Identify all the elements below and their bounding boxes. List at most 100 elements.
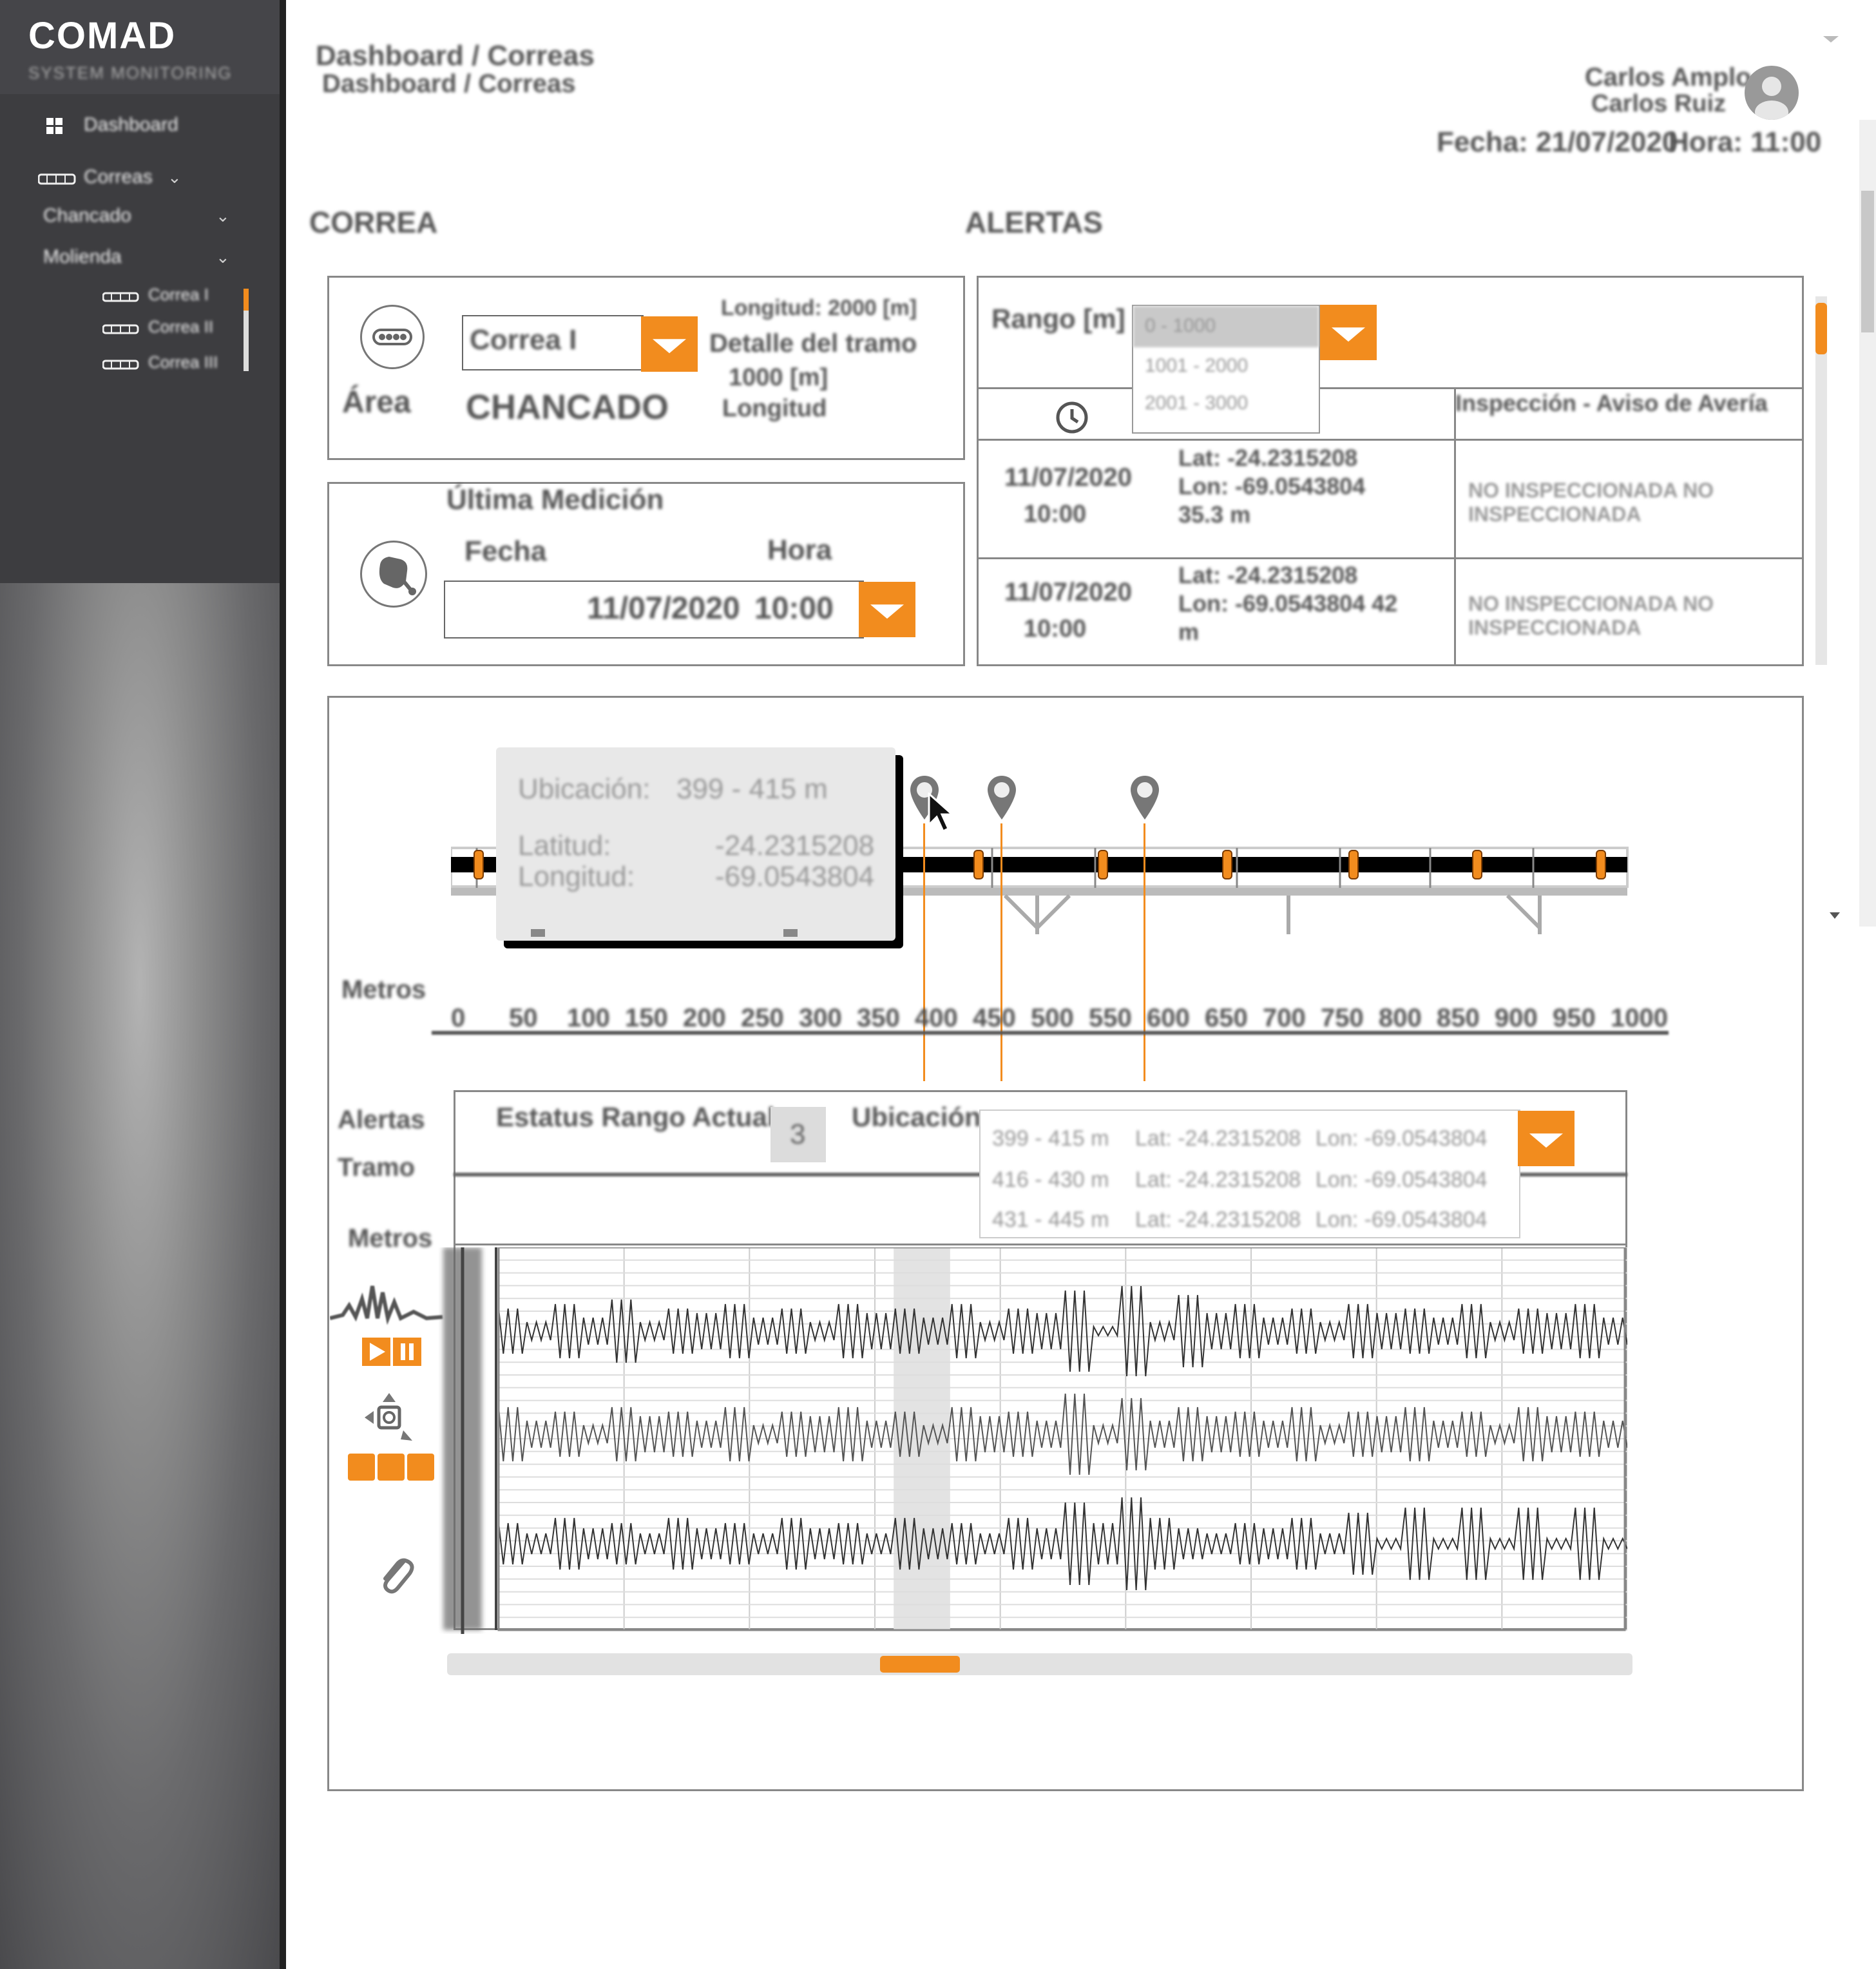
sidebar-item-molienda[interactable]: Molienda ⌄ [35, 245, 242, 273]
tick-label: 600 [1147, 1004, 1190, 1032]
correa-select[interactable]: Correa I [462, 315, 644, 370]
sidebar-subnav-scroll-thumb[interactable] [244, 289, 249, 311]
grid-toggle-button[interactable] [348, 1454, 437, 1481]
dropdown-lon: Lon: -69.0543804 [1316, 1126, 1488, 1151]
sidebar-subitem-correa-1[interactable]: Correa I [100, 283, 242, 309]
tick-label: 450 [973, 1004, 1016, 1032]
ubicacion-dropdown-button[interactable] [1518, 1111, 1574, 1166]
sidebar-divider [280, 0, 286, 1969]
grid-segment [348, 1454, 375, 1481]
medicion-title: Última Medición [446, 484, 664, 515]
dropdown-row[interactable]: 399 - 415 m Lat: -24.2315208 Lon: -69.05… [981, 1120, 1519, 1158]
correa-info-line2: Detalle del tramo [709, 329, 917, 358]
logo-text: COMAD [28, 15, 177, 57]
rango-option[interactable]: 1001 - 2000 [1145, 355, 1248, 377]
tick-label: 200 [683, 1004, 726, 1032]
logo-area: COMAD SYSTEM MONITORING [0, 0, 280, 94]
medicion-select[interactable]: 11/07/2020 10:00 [444, 581, 864, 639]
sidebar-subnav-scrollbar[interactable] [244, 289, 249, 371]
sidebar-item-chancado[interactable]: Chancado ⌄ [35, 204, 242, 232]
rango-option[interactable]: 2001 - 3000 [1145, 392, 1248, 414]
medicion-select-dropdown-button[interactable] [859, 582, 915, 637]
marker-line [923, 823, 925, 1081]
sidebar-item-label: Correas [84, 166, 153, 187]
tick-label: 850 [1437, 1004, 1480, 1032]
alertas-section-title: ALERTAS [965, 206, 1103, 239]
dropdown-lat: Lat: -24.2315208 [1135, 1207, 1301, 1232]
tooltip-ubicacion-label: Ubicación: [518, 773, 651, 805]
clock-icon [1055, 400, 1089, 438]
correa-select-value: Correa I [470, 324, 577, 356]
sidebar-subitem-label: Correa I [148, 285, 209, 304]
conveyor-icon [102, 359, 140, 375]
table-row[interactable]: 11/07/2020 10:00 Lat: -24.2315208 Lon: -… [979, 440, 1803, 557]
tick-label: 400 [915, 1004, 958, 1032]
medicion-col-hora: Hora [767, 534, 832, 566]
dropdown-range: 431 - 445 m [992, 1207, 1109, 1232]
row-time: 10:00 [1024, 615, 1087, 642]
tooltip-lon-label: Longitud: [518, 861, 635, 892]
medicion-date-value: 11/07/2020 [587, 591, 740, 626]
rango-option[interactable]: 0 - 1000 [1133, 306, 1319, 347]
page-scrollbar[interactable] [1859, 120, 1876, 927]
tick-label: 800 [1379, 1004, 1422, 1032]
dropdown-range: 416 - 430 m [992, 1167, 1109, 1192]
page-scroll-thumb[interactable] [1861, 191, 1874, 332]
alertas-scrollbar[interactable] [1815, 296, 1827, 665]
metros-label: Metros [341, 975, 426, 1004]
top-right-chevron-icon[interactable] [1823, 36, 1839, 43]
row-date: 11/07/2020 [1004, 463, 1132, 492]
tick-label: 350 [857, 1004, 900, 1032]
sidebar-subitem-correa-3[interactable]: Correa III [100, 351, 242, 377]
row-status: NO INSPECCIONADA NO INSPECCIONADA [1468, 592, 1714, 639]
tick-label: 550 [1089, 1004, 1132, 1032]
correa-select-dropdown-button[interactable] [641, 316, 698, 372]
tooltip-ubicacion-value: 399 - 415 m [676, 773, 828, 805]
conveyor-icon [102, 291, 140, 307]
tick-label: 950 [1553, 1004, 1596, 1032]
table-row[interactable]: 11/07/2020 10:00 Lat: -24.2315208 Lon: -… [979, 559, 1803, 666]
sidebar-subitem-correa-2[interactable]: Correa II [100, 316, 242, 341]
attachment-icon[interactable] [376, 1551, 415, 1600]
location-pin-icon[interactable] [986, 774, 1018, 827]
chart-range-slider[interactable] [447, 1653, 1632, 1675]
correa-section-title: CORREA [309, 206, 438, 239]
alertas-scroll-thumb[interactable] [1815, 303, 1827, 354]
area-value: CHANCADO [466, 388, 669, 427]
medicion-col-fecha: Fecha [464, 535, 547, 567]
row-status: NO INSPECCIONADA NO INSPECCIONADA [1468, 479, 1714, 526]
metros-side-label: Metros [348, 1224, 433, 1253]
correa-info-line3: 1000 [m] [729, 364, 828, 391]
play-button[interactable] [362, 1338, 390, 1366]
chart-range-slider-thumb[interactable] [880, 1656, 960, 1673]
logo-subtitle: SYSTEM MONITORING [28, 63, 233, 82]
location-pin-icon[interactable] [1129, 774, 1161, 827]
signal-chart [443, 1247, 1627, 1634]
tick-label: 150 [625, 1004, 668, 1032]
dashboard-icon [46, 118, 63, 135]
rango-dropdown-list: 0 - 1000 1001 - 2000 2001 - 3000 [1132, 305, 1320, 434]
table-divider [979, 387, 1803, 389]
tooltip-lon-value: -69.0543804 [715, 861, 875, 892]
pause-button[interactable] [393, 1338, 421, 1366]
alertas-table: Rango [m] Inspección - Aviso de Avería 1… [977, 276, 1804, 666]
sidebar-item-label: Molienda [43, 246, 122, 267]
dropdown-row[interactable]: 416 - 430 m Lat: -24.2315208 Lon: -69.05… [981, 1161, 1519, 1200]
scroll-down-arrow-icon[interactable] [1830, 912, 1840, 919]
chevron-down-icon: ⌄ [216, 247, 230, 267]
tooltip-lat-label: Latitud: [518, 830, 611, 861]
conveyor-belt-icon [360, 305, 425, 369]
rango-dropdown-button[interactable] [1320, 305, 1377, 360]
metros-ticks: 0 50 100 150 200 250 300 350 400 450 500… [451, 1004, 1669, 1042]
correa-info-line4: Longitud [722, 395, 827, 422]
avatar[interactable] [1745, 66, 1799, 120]
area-label: Área [342, 385, 411, 419]
row-detail: Lat: -24.2315208 Lon: -69.0543804 35.3 m [1178, 445, 1366, 528]
sidebar-item-correas[interactable]: Correas ⌄ [35, 165, 242, 193]
date-label: Fecha: 21/07/2020 [1437, 126, 1678, 158]
sidebar-item-dashboard[interactable]: Dashboard [39, 113, 245, 141]
dropdown-row[interactable]: 431 - 445 m Lat: -24.2315208 Lon: -69.05… [981, 1201, 1519, 1240]
pan-zoom-icon[interactable] [362, 1390, 416, 1448]
medicion-time-value: 10:00 [754, 591, 834, 626]
series-line [498, 1497, 1627, 1591]
